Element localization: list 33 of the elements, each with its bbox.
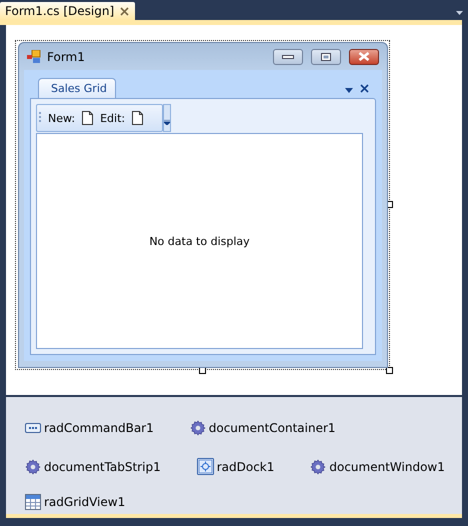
overflow-button[interactable]: [163, 104, 171, 132]
dropdown-icon[interactable]: [345, 88, 353, 93]
toolbar-icon: [25, 422, 41, 432]
dock-tab[interactable]: Sales Grid: [38, 78, 116, 98]
maximize-button[interactable]: [311, 48, 341, 64]
overflow-icon: [164, 120, 170, 125]
document-tab[interactable]: Form1.cs [Design]: [0, 2, 136, 20]
close-button[interactable]: [349, 48, 379, 64]
command-label: Edit:: [100, 112, 126, 124]
close-icon[interactable]: [120, 6, 130, 16]
empty-message: No data to display: [149, 234, 250, 248]
dock-icon: [196, 458, 214, 475]
minimize-icon: [282, 54, 294, 58]
component-name[interactable]: documentWindow1: [329, 460, 445, 474]
document-icon[interactable]: [132, 111, 144, 125]
component-name[interactable]: radGridView1: [44, 495, 126, 509]
form-icon: [27, 50, 41, 63]
component-name[interactable]: documentContainer1: [208, 420, 336, 434]
window-title: Form1: [47, 50, 86, 64]
component-name[interactable]: documentTabStrip1: [44, 460, 161, 474]
document-icon[interactable]: [82, 111, 94, 125]
command-label: New:: [48, 112, 76, 124]
grip-handle[interactable]: [39, 112, 41, 124]
maximize-icon: [321, 52, 331, 60]
close-icon[interactable]: [360, 84, 369, 93]
gear-icon: [190, 420, 206, 436]
minimize-button[interactable]: [273, 48, 303, 64]
close-icon: [358, 52, 370, 61]
component-name[interactable]: radCommandBar1: [44, 420, 154, 434]
gear-icon: [25, 458, 41, 474]
component-name[interactable]: radDock1: [216, 460, 274, 474]
dropdown-icon[interactable]: [456, 11, 463, 15]
gear-icon: [310, 458, 326, 474]
